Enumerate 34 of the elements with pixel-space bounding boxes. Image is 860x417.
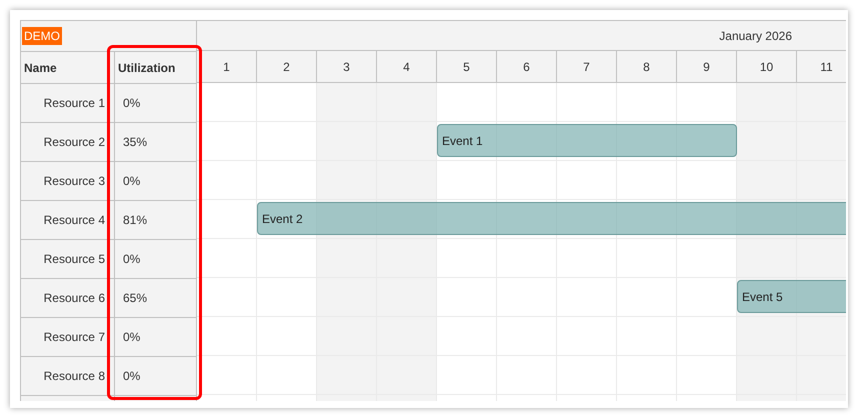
demo-badge: DEMO	[22, 27, 62, 45]
day-header: 2	[283, 60, 290, 74]
resource-name: Resource 3	[44, 174, 105, 188]
utilization-value: 0%	[123, 330, 140, 344]
utilization-value: 81%	[123, 213, 148, 227]
resource-name: Resource 6	[44, 291, 105, 305]
day-header: 10	[760, 60, 774, 74]
day-header: 6	[523, 60, 530, 74]
event-bar[interactable]: Event 2	[257, 202, 846, 235]
day-header: 3	[343, 60, 350, 74]
day-header: 1	[223, 60, 230, 74]
utilization-value: 0%	[123, 96, 140, 110]
resource-name: Resource 5	[44, 252, 105, 266]
resource-name: Resource 8	[44, 369, 105, 383]
column-header: Utilization	[117, 60, 176, 76]
day-header: 8	[643, 60, 650, 74]
day-header: 5	[463, 60, 470, 74]
day-header: 4	[403, 60, 410, 74]
day-header: 7	[583, 60, 590, 74]
utilization-value: 0%	[123, 369, 140, 383]
column-header: Name	[21, 52, 115, 83]
resource-name: Resource 4	[44, 213, 105, 227]
resource-name: Resource 7	[44, 330, 105, 344]
event-bar[interactable]: Event 1	[437, 124, 737, 157]
utilization-value: 35%	[123, 135, 148, 149]
event-bar[interactable]: Event 5	[737, 280, 846, 313]
utilization-value: 0%	[123, 174, 140, 188]
resource-name: Resource 2	[44, 135, 105, 149]
resource-name: Resource 1	[44, 96, 105, 110]
month-label: January 2026	[719, 28, 792, 42]
utilization-value: 0%	[123, 252, 140, 266]
utilization-value: 65%	[123, 291, 148, 305]
day-header: 11	[820, 60, 833, 74]
day-header: 9	[703, 60, 710, 74]
